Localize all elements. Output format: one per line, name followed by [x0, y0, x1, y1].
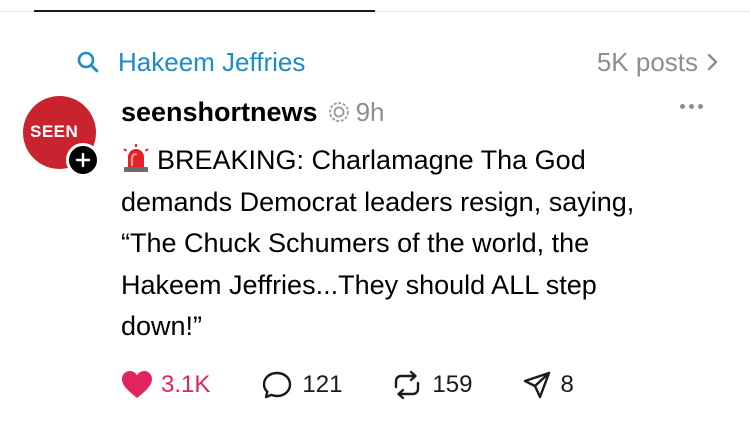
- share-button[interactable]: 8: [522, 370, 574, 400]
- post-text-line-4: Hakeem Jeffries...They should ALL step: [121, 269, 597, 300]
- reply-button[interactable]: 121: [262, 370, 342, 400]
- topic-posts-count[interactable]: 5K posts: [597, 47, 720, 78]
- reply-count: 121: [302, 371, 343, 398]
- plus-icon: [75, 152, 91, 168]
- post-text-line-1: BREAKING: Charlamagne Tha God: [157, 145, 586, 175]
- reply-icon: [263, 371, 292, 399]
- username[interactable]: seenshortnews: [121, 97, 318, 128]
- repost-button[interactable]: 159: [390, 370, 472, 400]
- post-text-line-5: down!”: [121, 311, 203, 341]
- more-options-button[interactable]: [680, 104, 703, 109]
- follow-button[interactable]: [66, 143, 100, 177]
- topic-link[interactable]: Hakeem Jeffries: [76, 47, 305, 78]
- post-text-line: BREAKING: Charlamagne Tha God: [121, 140, 721, 182]
- share-count: 8: [560, 371, 574, 398]
- siren-emoji-icon: [123, 144, 149, 172]
- timestamp: 9h: [355, 96, 385, 127]
- like-button[interactable]: 3.1K: [121, 370, 210, 400]
- more-icon-dot: [689, 104, 694, 109]
- share-icon: [524, 371, 551, 399]
- heart-icon: [122, 371, 152, 398]
- active-tab-indicator: [34, 10, 375, 12]
- more-icon-dot: [698, 104, 703, 109]
- verified-icon: [328, 101, 350, 123]
- chevron-right-icon: [707, 53, 718, 71]
- topic-row: Hakeem Jeffries 5K posts: [76, 44, 720, 80]
- avatar-logo-text: SEEN: [30, 122, 79, 141]
- topic-name: Hakeem Jeffries: [118, 46, 306, 77]
- more-icon-dot: [680, 104, 685, 109]
- post-text-line-2: demands Democrat leaders resign, saying,: [121, 186, 635, 217]
- post-text: BREAKING: Charlamagne Tha God demands De…: [121, 140, 721, 348]
- post-text-line-3: “The Chuck Schumers of the world, the: [121, 228, 590, 258]
- repost-count: 159: [432, 371, 473, 398]
- like-count: 3.1K: [161, 371, 211, 398]
- repost-icon: [395, 370, 420, 400]
- post-actions: 3.1K 121 159 8: [121, 368, 574, 402]
- post-header: seenshortnews 9h: [121, 94, 385, 130]
- posts-count-label: 5K posts: [596, 46, 698, 77]
- search-icon: [77, 51, 99, 73]
